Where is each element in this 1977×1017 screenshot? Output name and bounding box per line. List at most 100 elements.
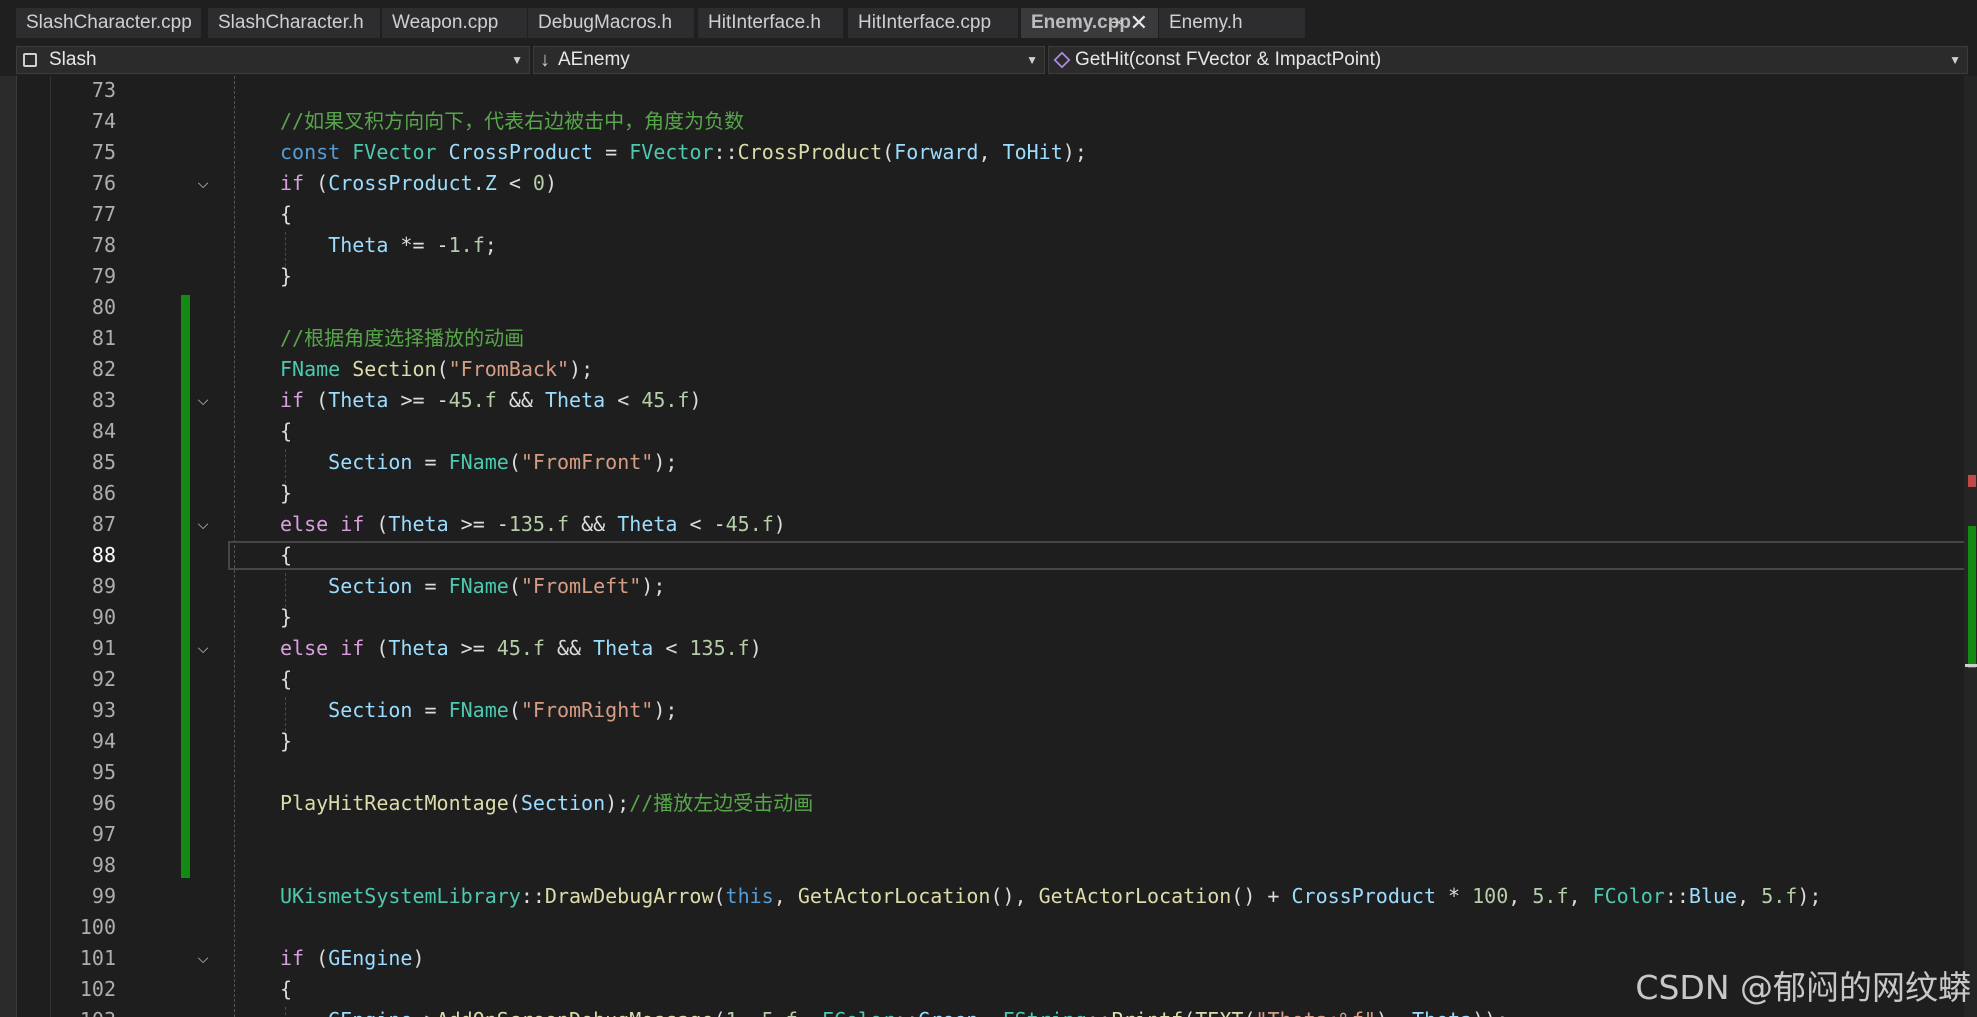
code-token: (	[508, 450, 521, 474]
code-line[interactable]: UKismetSystemLibrary::DrawDebugArrow(thi…	[280, 881, 1821, 912]
code-token: ));	[1472, 1008, 1508, 1017]
code-line[interactable]: //根据角度选择播放的动画	[280, 323, 524, 354]
code-line[interactable]: const FVector CrossProduct = FVector::Cr…	[280, 137, 1087, 168]
code-token: 0	[532, 171, 545, 195]
code-token: (	[1243, 1008, 1255, 1017]
chevron-down-icon: ▼	[511, 53, 523, 67]
code-line[interactable]: Theta *= -1.f;	[280, 230, 497, 261]
code-line[interactable]: if (Theta >= -45.f && Theta < 45.f)	[280, 385, 702, 416]
pin-icon[interactable]: ⊸	[1111, 8, 1124, 38]
code-token: ,	[798, 1008, 822, 1017]
line-number: 84	[91, 419, 116, 443]
code-token: Z	[484, 171, 497, 195]
code-line[interactable]: {	[280, 416, 292, 447]
code-token: }	[280, 729, 293, 753]
code-line[interactable]: else if (Theta >= -135.f && Theta < -45.…	[280, 509, 786, 540]
code-line[interactable]: {	[280, 199, 292, 230]
tab-enemy-cpp[interactable]: Enemy.cpp ⊸ ✕	[1021, 8, 1158, 38]
code-token: ),	[1376, 1008, 1412, 1017]
code-token: 5.f	[1761, 884, 1798, 908]
code-line[interactable]: }	[280, 261, 292, 292]
code-token: GetActorLocation	[797, 884, 991, 908]
code-token: Section	[328, 574, 413, 598]
line-number: 80	[91, 295, 116, 319]
code-token: Forward	[894, 140, 979, 164]
code-token: Theta	[593, 636, 654, 660]
code-token: &&	[569, 512, 618, 536]
code-line[interactable]: Section = FName("FromLeft");	[280, 571, 665, 602]
code-token: if	[280, 171, 305, 195]
code-token: );	[641, 574, 666, 598]
code-token: if	[280, 388, 305, 412]
code-token: DrawDebugArrow	[544, 884, 714, 908]
code-line[interactable]: }	[280, 726, 292, 757]
code-token: (	[508, 574, 521, 598]
code-token: <	[653, 636, 690, 660]
code-token: Section	[520, 791, 606, 815]
code-line[interactable]: GEngine->AddOnScreenDebugMessage(1, 5.f,…	[280, 1005, 1508, 1017]
tab-enemy-h[interactable]: Enemy.h	[1159, 8, 1305, 38]
scope-dropdown-label: AEnemy	[558, 49, 630, 70]
fold-chevron-icon[interactable]: ⌵	[194, 385, 212, 416]
tab-hitinterface-h[interactable]: HitInterface.h	[698, 8, 843, 38]
code-line[interactable]: if (GEngine)	[280, 943, 425, 974]
code-line[interactable]: PlayHitReactMontage(Section);//播放左边受击动画	[280, 788, 813, 819]
scope-dropdown[interactable]: ↓ AEnemy ▼	[533, 46, 1045, 74]
code-token: Blue	[1688, 884, 1738, 908]
method-cube-icon	[1053, 47, 1071, 73]
code-line[interactable]: if (CrossProduct.Z < 0)	[280, 168, 557, 199]
toolbox-strip	[0, 76, 17, 1017]
fold-chevron-icon[interactable]: ⌵	[194, 943, 212, 974]
code-token: (	[364, 636, 389, 660]
close-icon[interactable]: ✕	[1130, 8, 1148, 38]
code-token: "Theta:%f"	[1255, 1008, 1375, 1017]
code-token: 5.f	[1532, 884, 1569, 908]
code-line[interactable]: {	[280, 974, 292, 1005]
project-dropdown[interactable]: Slash ▼	[16, 46, 530, 74]
line-number: 94	[91, 729, 116, 753]
code-line[interactable]: FName Section("FromBack");	[280, 354, 593, 385]
code-token: FString	[1003, 1008, 1087, 1017]
code-token: )	[749, 636, 762, 660]
code-token: Theta	[1412, 1008, 1472, 1017]
line-number: 89	[91, 574, 116, 598]
code-token: 1.f	[448, 233, 485, 257]
fold-chevron-icon[interactable]: ⌵	[194, 168, 212, 199]
code-line[interactable]: else if (Theta >= 45.f && Theta < 135.f)	[280, 633, 762, 664]
line-number: 93	[91, 698, 116, 722]
tab-slashcharacter-h[interactable]: SlashCharacter.h	[208, 8, 380, 38]
tab-debugmacros-h[interactable]: DebugMacros.h	[528, 8, 694, 38]
code-line[interactable]: {	[280, 664, 292, 695]
scrollbar-position-marker	[1965, 664, 1977, 667]
code-line[interactable]: Section = FName("FromFront");	[280, 447, 677, 478]
vertical-scrollbar[interactable]	[1964, 76, 1977, 1017]
code-token: ::	[1664, 884, 1689, 908]
line-number: 98	[91, 853, 116, 877]
code-line[interactable]: }	[280, 602, 292, 633]
code-token: );	[605, 791, 630, 815]
tab-label: HitInterface.h	[708, 12, 821, 33]
tab-weapon-cpp[interactable]: Weapon.cpp	[382, 8, 527, 38]
code-token: <	[496, 171, 533, 195]
fold-chevron-icon[interactable]: ⌵	[194, 509, 212, 540]
code-line[interactable]: //如果叉积方向向下，代表右边被击中，角度为负数	[280, 106, 744, 137]
code-line[interactable]: }	[280, 478, 292, 509]
code-token: 45.f	[725, 512, 774, 536]
code-line[interactable]: {	[280, 540, 292, 571]
code-token: {	[280, 543, 293, 567]
tab-hitinterface-cpp[interactable]: HitInterface.cpp	[848, 8, 1018, 38]
code-token: FName	[448, 450, 509, 474]
code-editor[interactable]: 73 74 //如果叉积方向向下，代表右边被击中，角度为负数 75 const FVec…	[0, 76, 1977, 1017]
code-token: GEngine	[328, 1008, 412, 1017]
tab-slashcharacter-cpp[interactable]: SlashCharacter.cpp	[16, 8, 201, 38]
fold-chevron-icon[interactable]: ⌵	[194, 633, 212, 664]
member-dropdown[interactable]: GetHit(const FVector & ImpactPoint) ▼	[1048, 46, 1968, 74]
code-token: Theta	[388, 636, 449, 660]
tab-label: DebugMacros.h	[538, 12, 673, 33]
line-number: 101	[79, 946, 116, 970]
code-line[interactable]: Section = FName("FromRight");	[280, 695, 677, 726]
